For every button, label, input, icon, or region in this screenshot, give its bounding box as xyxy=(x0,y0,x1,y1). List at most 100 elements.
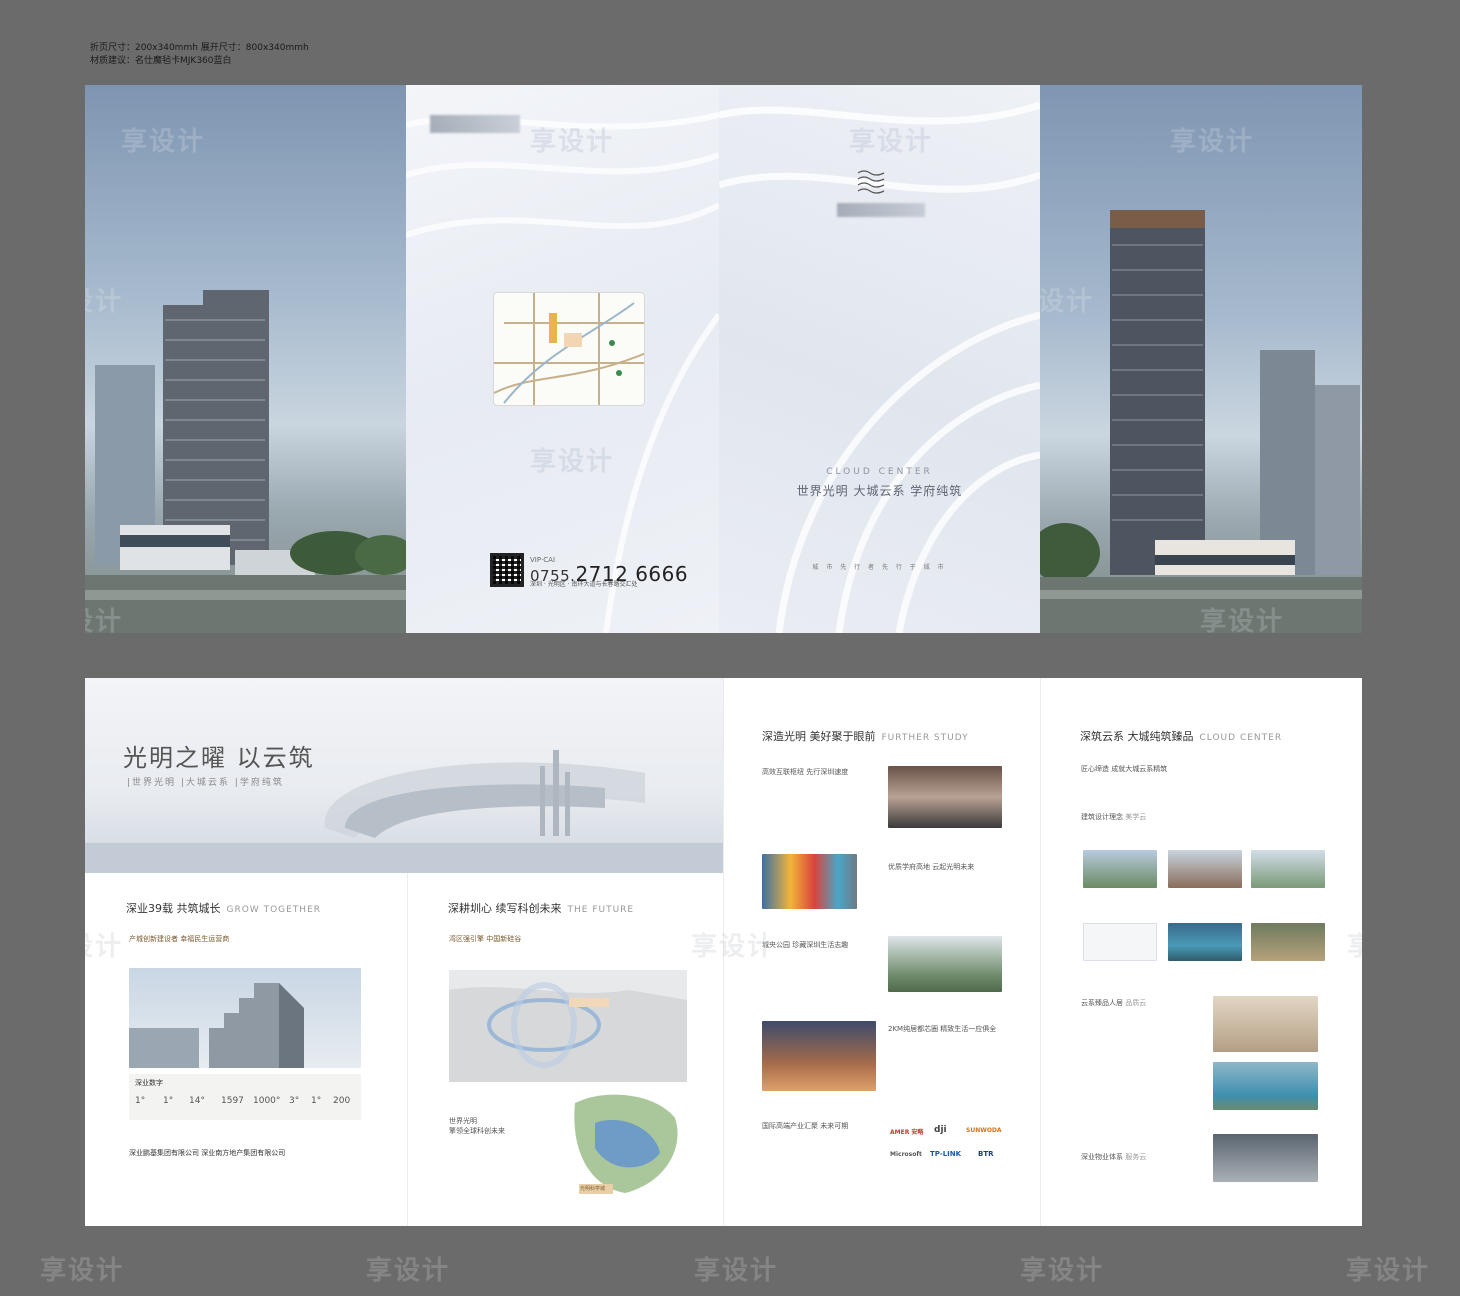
section-title-en: CLOUD CENTER xyxy=(1199,733,1283,743)
park-photo xyxy=(888,936,1002,992)
building-shape xyxy=(129,983,304,1068)
section-subheading: 湾区强引擎 中国新硅谷 xyxy=(449,935,522,943)
section-title-cn: 深业39载 共筑城长 xyxy=(126,902,221,915)
section-study-title: 深造光明 美好聚于眼前 FURTHER STUDY xyxy=(762,728,969,744)
amenity-photo xyxy=(1213,1062,1318,1110)
watermark: 享设计 xyxy=(85,932,124,962)
design-heading-text: 建筑设计理念 xyxy=(1081,813,1123,821)
qr-code[interactable] xyxy=(490,553,524,587)
brand-slogan: 世界光明 大城云系 学府纯筑 xyxy=(796,484,963,498)
section-grow-title: 深业39载 共筑城长 GROW TOGETHER xyxy=(126,900,321,916)
brand-english: CLOUD CENTER xyxy=(826,467,933,477)
design-heading: 建筑设计理念 美学云 xyxy=(1081,812,1146,822)
stat-value: 1597 xyxy=(221,1096,244,1106)
transport-heading: 高效互联枢纽 先行深圳速度 xyxy=(762,768,849,776)
service-photo xyxy=(1213,1134,1318,1182)
life-tag: 品质云 xyxy=(1125,999,1147,1007)
location-map xyxy=(493,292,645,406)
watermark: 享设计 xyxy=(1347,926,1362,963)
lobby-photo xyxy=(1213,996,1318,1052)
service-heading: 深业物业体系 服务云 xyxy=(1081,1152,1146,1162)
life-heading-text: 云系臻品人居 xyxy=(1081,999,1123,1007)
company-name: 深业鹏基集团有限公司 深业南方地产集团有限公司 xyxy=(129,1149,286,1157)
stat-value: 200 xyxy=(333,1096,351,1106)
stat-value: 1° xyxy=(163,1096,174,1106)
hero-banner: 光明之曜 以云筑 |世界光明 |大城云系 |学府纯筑 xyxy=(85,678,723,873)
cover-tagline: 城 市 先 行 者 先 行 于 城 市 xyxy=(812,564,947,571)
watermark: 享设计 xyxy=(85,287,124,317)
stat-value: 1° xyxy=(135,1096,146,1106)
design-photo-1 xyxy=(1083,850,1157,888)
stats-box: 深业数字 1° 1° 14° 1597 1000° 3° 1° 200 xyxy=(129,1074,361,1120)
metro-train-photo xyxy=(888,766,1002,828)
stat-value: 3° xyxy=(289,1096,300,1106)
map-label: 光明科学城 xyxy=(580,1186,606,1192)
science-city-map: 光明科学城 xyxy=(565,1088,685,1198)
hero-title: 光明之曜 以云筑 xyxy=(123,744,315,772)
logo-placeholder xyxy=(430,115,520,133)
amer-logo: AMER 安略 xyxy=(890,1129,924,1136)
watermark: 享设计 xyxy=(1346,1256,1431,1286)
section-title-en: GROW TOGETHER xyxy=(226,905,322,915)
front-cover-panel: CLOUD CENTER 世界光明 大城云系 学府纯筑 城 市 先 行 者 先 … xyxy=(719,85,1040,633)
section-title-en: FURTHER STUDY xyxy=(881,733,969,743)
section-subheading: 匠心缔造 成就大城云系精筑 xyxy=(1081,765,1168,773)
panel-divider xyxy=(407,873,408,1226)
btr-logo: BTR xyxy=(978,1150,994,1158)
district-map-shape xyxy=(574,1094,678,1194)
watermark: 享设计 xyxy=(121,127,206,157)
spec-size: 折页尺寸：200x340mmh 展开尺寸：800x340mmh xyxy=(90,43,309,53)
spec-material: 材质建议：名仕魔毡卡MJK360蓝白 xyxy=(90,56,232,66)
watermark: 享设计 xyxy=(691,932,776,962)
address: 深圳 · 光明区 · 南环大道与长春路交汇处 xyxy=(530,581,638,588)
watermark: 享设计 xyxy=(1020,1256,1105,1286)
watermark: 享设计 xyxy=(40,1256,125,1286)
dji-logo: dji xyxy=(934,1125,947,1135)
school-photo xyxy=(762,854,857,909)
section-title-cn: 深筑云系 大城纯筑臻品 xyxy=(1080,730,1194,743)
sunwoda-logo: SUNWODA xyxy=(966,1127,1002,1134)
hero-subtitle: |世界光明 |大城云系 |学府纯筑 xyxy=(127,778,284,788)
plan-diagram xyxy=(1083,923,1157,961)
life-heading: 云系臻品人居 品质云 xyxy=(1081,998,1146,1008)
section-title-cn: 深耕圳心 续写科创未来 xyxy=(448,902,562,915)
watermark: 享设计 xyxy=(849,127,934,157)
design-photo-2 xyxy=(1168,850,1242,888)
school-heading: 优质学府高地 云起光明未来 xyxy=(888,863,975,871)
stat-value: 1000° xyxy=(253,1096,281,1106)
microsoft-logo: Microsoft xyxy=(890,1151,922,1158)
watermark: 享设计 xyxy=(1040,287,1095,317)
watermark: 享设计 xyxy=(694,1256,779,1286)
mall-heading: 2KM纯居都芯圈 精致生活一应俱全 xyxy=(888,1025,997,1033)
section-title-en: THE FUTURE xyxy=(567,905,635,915)
watermark: 享设计 xyxy=(1170,127,1255,157)
stat-value: 14° xyxy=(189,1096,205,1106)
design-tag: 美学云 xyxy=(1125,813,1147,821)
panel-divider xyxy=(1040,678,1041,1226)
print-spec: 折页尺寸：200x340mmh 展开尺寸：800x340mmh 材质建议：名仕魔… xyxy=(90,42,309,68)
garden-photo xyxy=(1251,923,1325,961)
stat-value: 1° xyxy=(311,1096,322,1106)
watermark: 享设计 xyxy=(530,447,615,477)
map-roads xyxy=(494,293,644,405)
service-tag: 服务云 xyxy=(1125,1153,1147,1161)
watermark: 享设计 xyxy=(530,127,615,157)
tower-rendering xyxy=(1040,210,1362,633)
service-heading-text: 深业物业体系 xyxy=(1081,1153,1123,1161)
innovation-tagline: 擎领全球科创未来 xyxy=(449,1127,505,1135)
industry-heading: 国际高端产业汇聚 未来可期 xyxy=(762,1122,849,1130)
bay-area-map xyxy=(449,970,687,1082)
stats-label: 深业数字 xyxy=(135,1079,163,1087)
section-title-cn: 深造光明 美好聚于眼前 xyxy=(762,730,876,743)
mall-photo xyxy=(762,1021,876,1091)
hq-building-photo xyxy=(129,968,361,1068)
watermark: 享设计 xyxy=(1200,607,1285,633)
right-rendering-panel: 享设计 享设计 享设计 xyxy=(1040,85,1362,633)
tower-rendering xyxy=(85,290,406,633)
pool-photo xyxy=(1168,923,1242,961)
design-photo-3 xyxy=(1251,850,1325,888)
logo-text-placeholder xyxy=(837,203,925,217)
back-cover-panel: VIP·CAI 0755.2712 6666 深圳 · 光明区 · 南环大道与长… xyxy=(406,85,719,633)
outer-spread: 享设计 享设计 享设计 xyxy=(85,85,1362,633)
tplink-logo: TP-LINK xyxy=(930,1150,962,1158)
